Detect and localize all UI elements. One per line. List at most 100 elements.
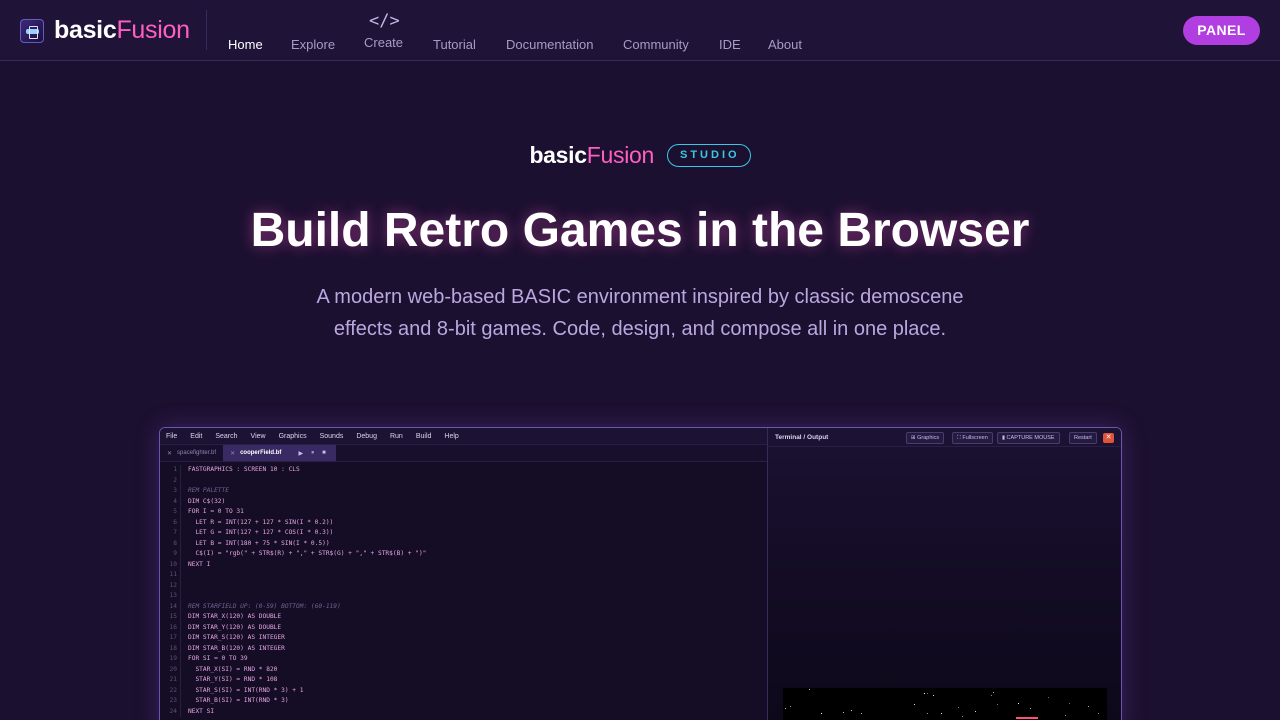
sprite-bar — [1016, 717, 1038, 719]
menu-graphics[interactable]: Graphics — [279, 433, 307, 440]
star — [927, 713, 928, 714]
logo-icon — [20, 18, 44, 43]
line-number: 3 — [160, 486, 181, 497]
line-code: FASTGRAPHICS : SCREEN 10 : CLS — [188, 466, 300, 473]
fullscreen-button[interactable]: ⛶ Fullscreen — [952, 432, 993, 444]
line-code: NEXT SI — [188, 707, 215, 715]
menu-debug[interactable]: Debug — [356, 433, 377, 440]
tab-spacefighter[interactable]: ✕ spacefighter.bf — [160, 445, 223, 461]
star — [997, 704, 998, 705]
nav-community[interactable]: Community — [608, 37, 704, 52]
line-code: STAR_B(SI) = INT(RND * 3) — [188, 697, 289, 704]
nav-about[interactable]: About — [753, 37, 817, 52]
nav-create[interactable]: Create — [349, 35, 418, 50]
pause-icon[interactable]: ⏸ — [311, 450, 314, 457]
panel-button[interactable]: PANEL — [1183, 16, 1260, 45]
code-line[interactable]: 14 REM STARFIELD UP: (0-59) BOTTOM: (60-1… — [160, 601, 767, 612]
line-code: DIM STAR_B(120) AS INTEGER — [188, 644, 285, 652]
code-line[interactable]: 21 STAR_Y(SI) = RND * 108 — [160, 675, 767, 686]
hero-title: Build Retro Games in the Browser — [250, 204, 1030, 257]
nav-explore[interactable]: Explore — [276, 37, 350, 52]
code-line[interactable]: 4 DIM C$(32) — [160, 496, 767, 507]
nav-ide[interactable]: IDE — [704, 37, 756, 52]
brand-logo[interactable]: basicFusion — [20, 16, 190, 45]
hero-brand: basicFusion STUDIO — [0, 142, 1280, 169]
line-number: 2 — [160, 475, 181, 486]
code-line[interactable]: 17 DIM STAR_S(120) AS INTEGER — [160, 633, 767, 644]
nav-tutorial[interactable]: Tutorial — [418, 37, 491, 52]
line-number: 10 — [160, 559, 181, 570]
menu-build[interactable]: Build — [416, 433, 432, 440]
close-icon[interactable]: ✕ — [230, 450, 235, 457]
line-number: 23 — [160, 696, 181, 707]
line-code: DIM C$(32) — [188, 497, 226, 505]
graphics-canvas[interactable] — [783, 688, 1107, 720]
menu-search[interactable]: Search — [215, 433, 237, 440]
line-code: DIM STAR_Y(120) AS DOUBLE — [188, 623, 282, 631]
code-line[interactable]: 15 DIM STAR_X(120) AS DOUBLE — [160, 612, 767, 623]
code-line[interactable]: 22 STAR_S(SI) = INT(RND * 3) + 1 — [160, 685, 767, 696]
star — [991, 695, 992, 696]
code-line[interactable]: 8 LET B = INT(180 + 75 * SIN(I * 0.5)) — [160, 538, 767, 549]
star — [1069, 703, 1070, 704]
line-code: STAR_Y(SI) = RND * 108 — [188, 676, 278, 683]
code-line[interactable]: 24 NEXT SI — [160, 706, 767, 717]
restart-button[interactable]: Restart — [1069, 432, 1097, 444]
star — [861, 713, 862, 714]
code-line[interactable]: 10 NEXT I — [160, 559, 767, 570]
star — [821, 713, 822, 714]
menu-edit[interactable]: Edit — [190, 433, 202, 440]
code-area[interactable]: 1 FASTGRAPHICS : SCREEN 10 : CLS 2 3 REM PAL… — [160, 465, 767, 717]
line-number: 19 — [160, 654, 181, 665]
code-line[interactable]: 20 STAR_X(SI) = RND * 820 — [160, 664, 767, 675]
code-line[interactable]: 5 FOR I = 0 TO 31 — [160, 507, 767, 518]
studio-preview: File Edit Search View Graphics Sounds De… — [159, 427, 1122, 720]
line-number: 11 — [160, 570, 181, 581]
code-line[interactable]: 23 STAR_B(SI) = INT(RND * 3) — [160, 696, 767, 707]
line-code: REM STARFIELD UP: (0-59) BOTTOM: (60-119… — [188, 602, 341, 610]
code-line[interactable]: 2 — [160, 475, 767, 487]
code-line[interactable]: 19 FOR SI = 0 TO 39 — [160, 654, 767, 665]
nav-home[interactable]: Home — [213, 37, 278, 52]
star — [1088, 706, 1089, 707]
line-number: 9 — [160, 549, 181, 560]
graphics-button[interactable]: ⊞ Graphics — [906, 432, 945, 444]
code-line[interactable]: 13 — [160, 591, 767, 602]
code-line[interactable]: 12 — [160, 580, 767, 592]
line-code: LET G = INT(127 + 127 * COS(I * 0.3)) — [188, 529, 334, 536]
code-icon[interactable]: </> — [369, 11, 400, 31]
code-line[interactable]: 1 FASTGRAPHICS : SCREEN 10 : CLS — [160, 465, 767, 476]
capture-mouse-button[interactable]: ▮ CAPTURE MOUSE — [997, 432, 1060, 444]
code-line[interactable]: 9 C$(I) = "rgb(" + STR$(R) + "," + STR$(… — [160, 549, 767, 560]
line-code: FOR I = 0 TO 31 — [188, 508, 244, 515]
line-code: C$(I) = "rgb(" + STR$(R) + "," + STR$(G)… — [188, 550, 427, 557]
line-number: 21 — [160, 675, 181, 686]
menu-file[interactable]: File — [166, 433, 177, 440]
studio-badge: STUDIO — [667, 144, 751, 167]
hero-subtitle: A modern web-based BASIC environment ins… — [316, 286, 964, 340]
code-line[interactable]: 16 DIM STAR_Y(120) AS DOUBLE — [160, 622, 767, 633]
nav-divider — [206, 10, 207, 50]
star — [1030, 708, 1031, 709]
code-line[interactable]: 11 — [160, 570, 767, 581]
code-line[interactable]: 3 REM PALETTE — [160, 486, 767, 497]
tab-cooperfield[interactable]: ✕ cooperField.bf — [223, 445, 289, 461]
play-icon[interactable]: ▶ — [298, 450, 303, 457]
stop-icon[interactable]: ■ — [322, 450, 326, 456]
menu-run[interactable]: Run — [390, 433, 403, 440]
code-line[interactable]: 18 DIM STAR_B(120) AS INTEGER — [160, 643, 767, 654]
menu-view[interactable]: View — [251, 433, 266, 440]
code-line[interactable]: 7 LET G = INT(127 + 127 * COS(I * 0.3)) — [160, 528, 767, 539]
line-number: 20 — [160, 664, 181, 675]
terminal-panel: Terminal / Output ⊞ Graphics ⛶ Fullscree… — [767, 428, 1121, 720]
menu-help[interactable]: Help — [444, 433, 458, 440]
menu-sounds[interactable]: Sounds — [320, 433, 344, 440]
line-number: 16 — [160, 622, 181, 633]
close-icon[interactable]: ✕ — [167, 450, 172, 457]
close-icon[interactable]: ✕ — [1103, 433, 1114, 443]
code-line[interactable]: 6 LET R = INT(127 + 127 * SIN(I * 0.2)) — [160, 517, 767, 528]
nav-documentation[interactable]: Documentation — [491, 37, 608, 52]
